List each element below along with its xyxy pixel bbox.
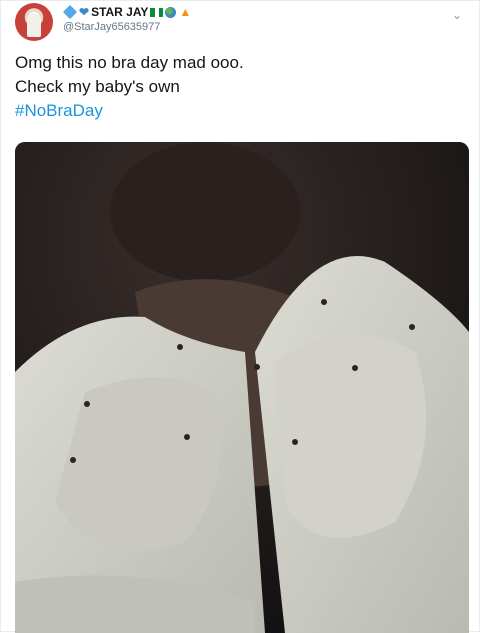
user-handle[interactable]: @StarJay65635977 — [63, 21, 191, 33]
hashtag-link[interactable]: #NoBraDay — [15, 99, 244, 123]
tweet-text: Omg this no bra day mad ooo. Check my ba… — [15, 51, 244, 123]
tweet-header: ❤ STAR JAY ▲ @StarJay65635977 — [62, 4, 192, 33]
tweet-text-line-1: Omg this no bra day mad ooo. — [15, 53, 244, 72]
nigeria-flag-icon — [150, 7, 164, 17]
photo-illustration — [15, 142, 469, 633]
fire-icon: ▲ — [179, 5, 192, 19]
tweet-card: ❤ STAR JAY ▲ @StarJay65635977 ⌄ Omg this… — [0, 0, 480, 633]
globe-icon — [165, 6, 177, 18]
tweet-photo[interactable] — [15, 142, 469, 633]
name-row: ❤ STAR JAY ▲ — [62, 4, 192, 20]
tweet-text-line-2: Check my baby's own — [15, 77, 180, 96]
blue-heart-icon: ❤ — [79, 5, 90, 19]
gem-icon — [62, 4, 78, 20]
avatar-figure — [27, 13, 41, 37]
avatar[interactable] — [15, 3, 53, 41]
chevron-down-icon[interactable]: ⌄ — [449, 7, 465, 23]
display-name[interactable]: STAR JAY — [91, 5, 148, 19]
